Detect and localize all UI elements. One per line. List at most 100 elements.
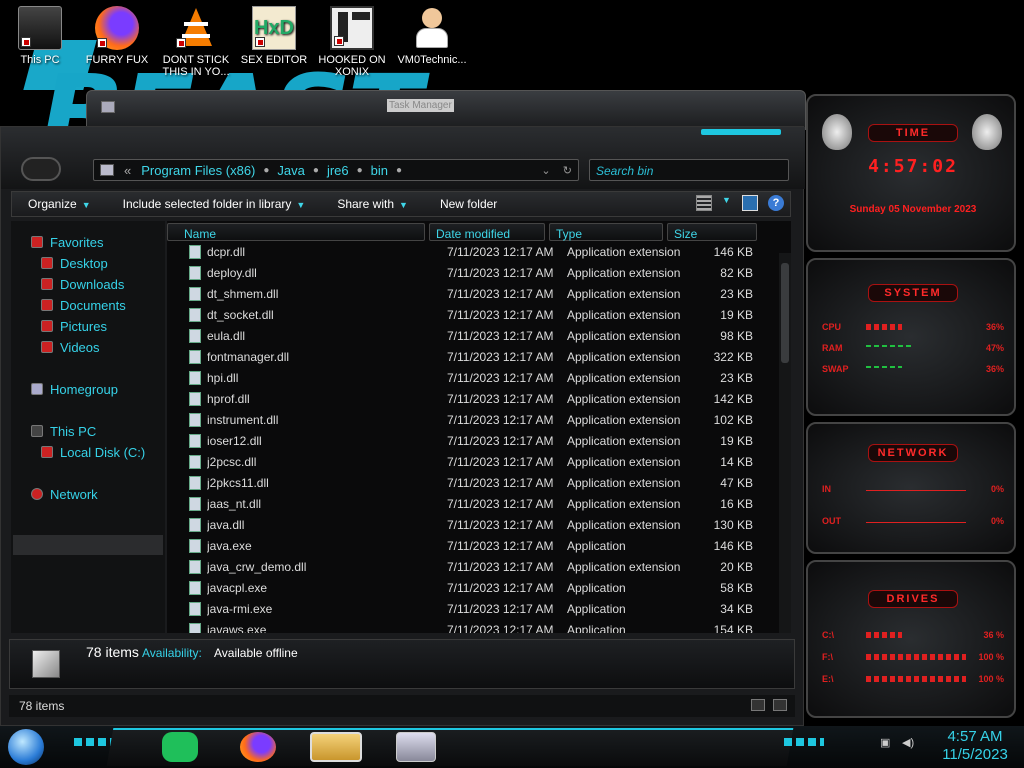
nav-local-disk[interactable]: Local Disk (C:) bbox=[41, 443, 145, 461]
search-input[interactable]: Search bin bbox=[589, 159, 789, 181]
nav-this-pc[interactable]: This PC bbox=[31, 422, 96, 440]
file-date: 7/11/2023 12:17 AM bbox=[447, 475, 554, 490]
start-button[interactable] bbox=[8, 729, 44, 765]
table-row[interactable]: eula.dll 7/11/2023 12:17 AM Application ex… bbox=[167, 325, 777, 346]
table-row[interactable]: dcpr.dll 7/11/2023 12:17 AM Application ex… bbox=[167, 241, 777, 262]
nav-network[interactable]: Network bbox=[31, 485, 98, 503]
column-name[interactable]: Name bbox=[167, 223, 425, 241]
chevron-down-icon[interactable]: ▼ bbox=[722, 195, 732, 211]
status-bar: 78 items bbox=[9, 695, 795, 717]
task-manager-window[interactable]: Task Manager bbox=[86, 90, 806, 130]
breadcrumb-java[interactable]: Java bbox=[277, 163, 304, 178]
network-gadget[interactable]: NETWORK IN 0% OUT 0% bbox=[806, 422, 1016, 554]
desktop-icon-label: HOOKED ON XONIX bbox=[318, 54, 386, 78]
nav-buttons[interactable] bbox=[21, 157, 61, 181]
refresh-icon[interactable]: ⌄ ↻ bbox=[541, 164, 572, 177]
preview-pane-icon[interactable] bbox=[742, 195, 758, 211]
meter-bar bbox=[866, 345, 913, 347]
task-manager-icon[interactable] bbox=[396, 732, 436, 762]
file-name: deploy.dll bbox=[207, 265, 257, 280]
view-options-icon[interactable] bbox=[696, 195, 712, 211]
gadget-clock: 4:57:02 bbox=[868, 156, 958, 177]
desktop-icon-this-pc[interactable]: This PC bbox=[0, 6, 80, 90]
nav-videos[interactable]: Videos bbox=[41, 338, 100, 356]
nav-downloads[interactable]: Downloads bbox=[41, 275, 124, 293]
task-manager-title: Task Manager bbox=[387, 99, 454, 112]
desktop-icon-label: SEX EDITOR bbox=[240, 54, 308, 66]
nav-documents[interactable]: Documents bbox=[41, 296, 126, 314]
file-date: 7/11/2023 12:17 AM bbox=[447, 601, 554, 616]
vertical-scrollbar[interactable] bbox=[779, 253, 791, 633]
table-row[interactable]: java.exe 7/11/2023 12:17 AM Application 146… bbox=[167, 535, 777, 556]
chevron-down-icon: ▼ bbox=[296, 200, 306, 210]
desktop: BEAST This PC FURRY FUX DONT STICK THIS … bbox=[0, 0, 1024, 768]
table-row[interactable]: jaas_nt.dll 7/11/2023 12:17 AM Application… bbox=[167, 493, 777, 514]
table-row[interactable]: j2pkcs11.dll 7/11/2023 12:17 AM Applicatio… bbox=[167, 472, 777, 493]
file-explorer-icon[interactable] bbox=[310, 732, 362, 762]
desktop-icon-xonix[interactable]: HOOKED ON XONIX bbox=[312, 6, 392, 90]
nav-pictures[interactable]: Pictures bbox=[41, 317, 107, 335]
file-icon bbox=[189, 307, 201, 322]
organize-button[interactable]: Organize ▼ bbox=[12, 197, 107, 211]
breadcrumb-separator-icon: ● bbox=[356, 164, 363, 176]
system-gadget[interactable]: SYSTEM CPU 36% RAM 47% SWAP 36% bbox=[806, 258, 1016, 416]
table-row[interactable]: dt_socket.dll 7/11/2023 12:17 AM Applicati… bbox=[167, 304, 777, 325]
table-row[interactable]: fontmanager.dll 7/11/2023 12:17 AM Applica… bbox=[167, 346, 777, 367]
nav-selection bbox=[13, 535, 163, 555]
column-date-modified[interactable]: Date modified bbox=[429, 223, 545, 241]
desktop-icon-vlc[interactable]: DONT STICK THIS IN YO... bbox=[156, 6, 236, 90]
new-folder-button[interactable]: New folder bbox=[424, 197, 513, 211]
table-row[interactable]: java_crw_demo.dll 7/11/2023 12:17 AM Appli… bbox=[167, 556, 777, 577]
table-row[interactable]: javaws.exe 7/11/2023 12:17 AM Application 1… bbox=[167, 619, 777, 633]
breadcrumb-program-files[interactable]: Program Files (x86) bbox=[141, 163, 255, 178]
column-type[interactable]: Type bbox=[549, 223, 663, 241]
help-icon[interactable]: ? bbox=[768, 195, 784, 211]
table-row[interactable]: hprof.dll 7/11/2023 12:17 AM Application e… bbox=[167, 388, 777, 409]
table-row[interactable]: dt_shmem.dll 7/11/2023 12:17 AM Applicatio… bbox=[167, 283, 777, 304]
drive-icon bbox=[41, 446, 53, 458]
vlc-icon bbox=[174, 6, 218, 50]
document-icon bbox=[41, 299, 53, 311]
taskbar-clock[interactable]: 4:57 AM 11/5/2023 bbox=[930, 728, 1020, 764]
desktop-icon-hxd[interactable]: HxD SEX EDITOR bbox=[234, 6, 314, 90]
file-type: Application extension bbox=[567, 496, 681, 511]
address-bar[interactable]: « Program Files (x86) ● Java ● jre6 ● bi… bbox=[93, 159, 579, 181]
firefox-icon[interactable] bbox=[240, 732, 276, 762]
include-in-library-button[interactable]: Include selected folder in library ▼ bbox=[107, 197, 322, 211]
desktop-icon-vm0[interactable]: VM0Technic... bbox=[392, 6, 472, 90]
time-gadget[interactable]: TIME 4:57:02 Sunday 05 November 2023 bbox=[806, 94, 1016, 252]
table-row[interactable]: ioser12.dll 7/11/2023 12:17 AM Application… bbox=[167, 430, 777, 451]
net-out: OUT 0% bbox=[822, 514, 1008, 528]
column-size[interactable]: Size bbox=[667, 223, 757, 241]
table-row[interactable]: instrument.dll 7/11/2023 12:17 AM Applicat… bbox=[167, 409, 777, 430]
share-with-button[interactable]: Share with ▼ bbox=[321, 197, 424, 211]
table-row[interactable]: j2pcsc.dll 7/11/2023 12:17 AM Application … bbox=[167, 451, 777, 472]
drives-gadget[interactable]: DRIVES C:\ 36 % F:\ 100 % E:\ 100 % bbox=[806, 560, 1016, 718]
network-gadget-title: NETWORK bbox=[868, 444, 958, 462]
nav-favorites[interactable]: Favorites bbox=[31, 233, 103, 251]
picture-icon bbox=[41, 320, 53, 332]
volume-icon[interactable]: ◀) bbox=[902, 736, 916, 750]
tiles-view-icon[interactable] bbox=[773, 699, 787, 711]
download-icon bbox=[41, 278, 53, 290]
file-type: Application extension bbox=[567, 307, 681, 322]
desktop-icon-firefox[interactable]: FURRY FUX bbox=[77, 6, 157, 90]
column-headers: Name Date modified Type Size bbox=[167, 223, 777, 243]
network-tray-icon[interactable]: ▣ bbox=[880, 736, 894, 750]
file-size: 146 KB bbox=[713, 538, 753, 553]
breadcrumb-jre6[interactable]: jre6 bbox=[327, 163, 349, 178]
nav-homegroup[interactable]: Homegroup bbox=[31, 380, 118, 398]
nav-desktop[interactable]: Desktop bbox=[41, 254, 108, 272]
breadcrumb-bin[interactable]: bin bbox=[371, 163, 388, 178]
table-row[interactable]: javacpl.exe 7/11/2023 12:17 AM Application… bbox=[167, 577, 777, 598]
spotify-icon[interactable] bbox=[162, 732, 198, 762]
table-row[interactable]: hpi.dll 7/11/2023 12:17 AM Application ext… bbox=[167, 367, 777, 388]
scroll-thumb[interactable] bbox=[781, 263, 789, 363]
table-row[interactable]: deploy.dll 7/11/2023 12:17 AM Application … bbox=[167, 262, 777, 283]
table-row[interactable]: java-rmi.exe 7/11/2023 12:17 AM Applicatio… bbox=[167, 598, 777, 619]
file-icon bbox=[189, 265, 201, 280]
details-view-icon[interactable] bbox=[751, 699, 765, 711]
file-type: Application extension bbox=[567, 412, 681, 427]
table-row[interactable]: java.dll 7/11/2023 12:17 AM Application ex… bbox=[167, 514, 777, 535]
file-name: hprof.dll bbox=[207, 391, 250, 406]
